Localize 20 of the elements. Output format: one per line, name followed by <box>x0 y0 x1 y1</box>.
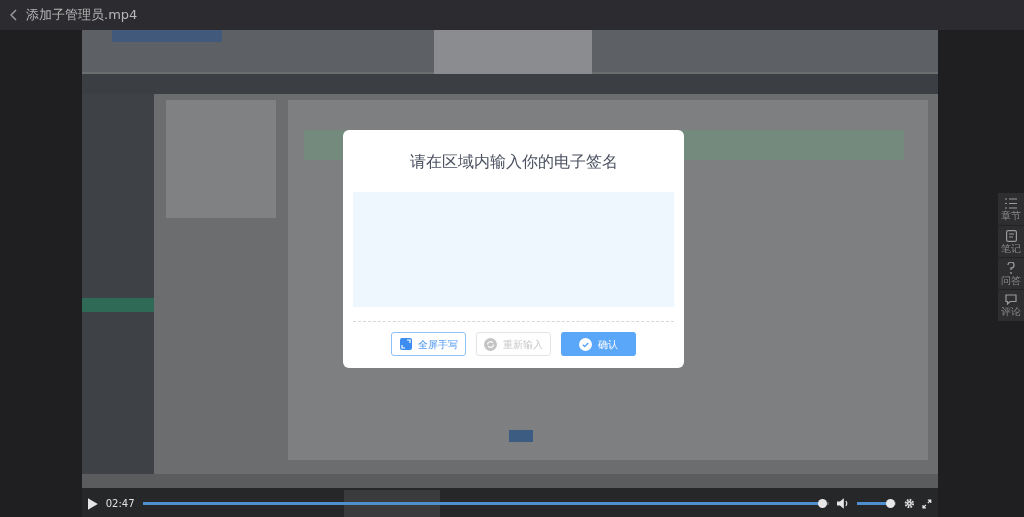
confirm-button[interactable]: 确认 <box>561 332 636 356</box>
side-tab[interactable]: 章节 <box>998 193 1024 225</box>
expand-icon <box>399 338 412 350</box>
question-icon <box>1007 261 1015 274</box>
fullscreen-icon[interactable] <box>922 498 932 509</box>
comment-icon <box>1005 294 1017 305</box>
back-icon[interactable] <box>10 9 18 21</box>
side-tab[interactable]: 问答 <box>998 257 1024 289</box>
fullscreen-button[interactable]: 全屏手写 <box>391 332 466 356</box>
check-icon <box>579 337 592 351</box>
side-tab[interactable]: 笔记 <box>998 225 1024 257</box>
note-icon <box>1005 229 1017 242</box>
refresh-icon <box>484 337 497 351</box>
list-icon <box>1005 197 1017 209</box>
dialog-title: 请在区域内输入你的电子签名 <box>409 151 618 173</box>
volume-icon[interactable] <box>836 498 849 509</box>
play-icon[interactable] <box>88 497 98 510</box>
side-tab[interactable]: 评论 <box>998 289 1024 321</box>
video-title: 添加子管理员.mp4 <box>26 6 138 25</box>
current-time: 02:47 <box>105 497 135 511</box>
